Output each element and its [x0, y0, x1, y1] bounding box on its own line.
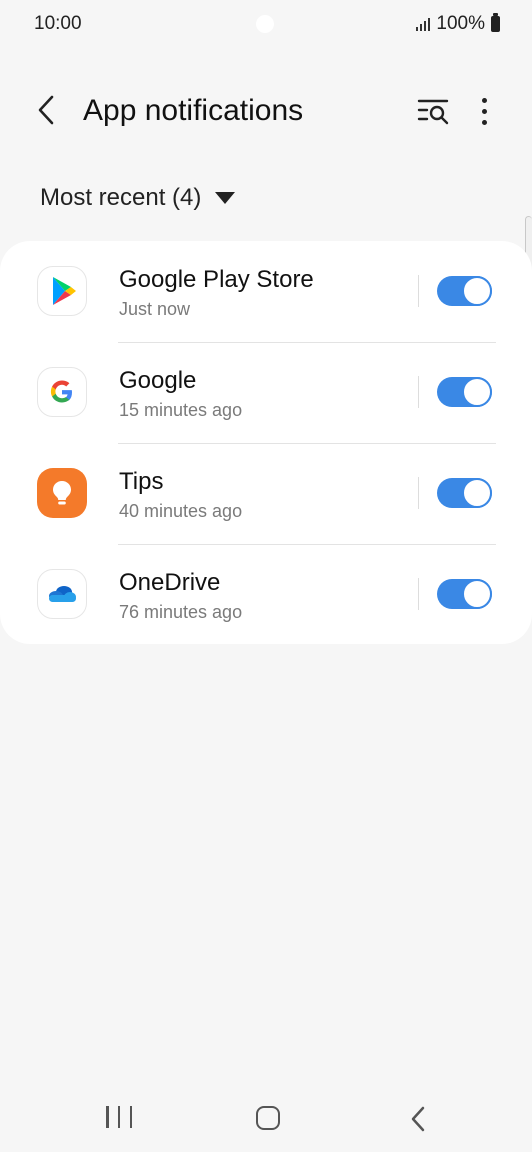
recent-apps-icon [117, 1106, 121, 1128]
chevron-left-icon [38, 95, 54, 125]
phone-screen: 10:00 100% App notifications Most recent… [0, 0, 532, 1152]
home-button[interactable] [256, 1106, 280, 1130]
toggle-knob [462, 377, 492, 407]
chevron-left-icon [411, 1106, 425, 1132]
toggle-knob [462, 276, 492, 306]
recent-apps-button[interactable] [106, 1106, 132, 1130]
google-play-store-icon [37, 266, 87, 316]
list-search-icon [417, 99, 449, 125]
app-name: Google Play Store [119, 266, 314, 293]
toggle-knob [462, 478, 492, 508]
notification-toggle-google-play-store[interactable] [437, 276, 492, 306]
page-title: App notifications [83, 94, 304, 127]
app-name: OneDrive [119, 569, 221, 596]
status-time: 10:00 [34, 13, 82, 34]
list-item-onedrive[interactable]: OneDrive 76 minutes ago [0, 544, 532, 644]
navigation-bar [0, 1085, 532, 1151]
battery-icon [491, 13, 500, 32]
app-time: 76 minutes ago [119, 602, 243, 622]
app-time: Just now [119, 299, 191, 319]
onedrive-icon [37, 569, 87, 619]
notification-toggle-tips[interactable] [437, 478, 492, 508]
tips-icon [37, 468, 87, 518]
recent-apps-icon [106, 1106, 109, 1128]
search-list-button[interactable] [415, 94, 451, 128]
back-button[interactable] [30, 92, 66, 128]
google-icon [37, 367, 87, 417]
list-item-google[interactable]: Google 15 minutes ago [0, 342, 532, 442]
list-item-tips[interactable]: Tips 40 minutes ago [0, 443, 532, 543]
app-bar: App notifications [0, 80, 532, 144]
notification-toggle-google[interactable] [437, 377, 492, 407]
more-dot-icon [481, 108, 487, 114]
app-name: Tips [119, 468, 164, 495]
sort-filter-label: Most recent (4) [40, 184, 202, 211]
notification-toggle-onedrive[interactable] [437, 579, 492, 609]
divider [418, 275, 419, 307]
status-indicators: 100% [416, 13, 500, 35]
app-list-card: Google Play Store Just now Google 15 min… [0, 241, 532, 644]
more-dot-icon [481, 119, 487, 125]
sort-filter-dropdown[interactable]: Most recent (4) [40, 184, 236, 212]
toggle-knob [462, 579, 492, 609]
more-options-button[interactable] [470, 94, 498, 128]
front-camera [256, 15, 274, 33]
divider [418, 578, 419, 610]
signal-icon [416, 17, 431, 31]
more-dot-icon [481, 97, 487, 103]
battery-percent: 100% [436, 13, 485, 34]
caret-down-icon [215, 192, 236, 204]
recent-apps-icon [129, 1106, 132, 1128]
divider [418, 376, 419, 408]
status-bar: 10:00 100% [0, 0, 532, 50]
app-time: 40 minutes ago [119, 501, 243, 521]
app-time: 15 minutes ago [119, 400, 243, 420]
divider [418, 477, 419, 509]
app-name: Google [119, 367, 197, 394]
list-item-google-play-store[interactable]: Google Play Store Just now [0, 241, 532, 341]
nav-back-button[interactable] [406, 1105, 430, 1133]
